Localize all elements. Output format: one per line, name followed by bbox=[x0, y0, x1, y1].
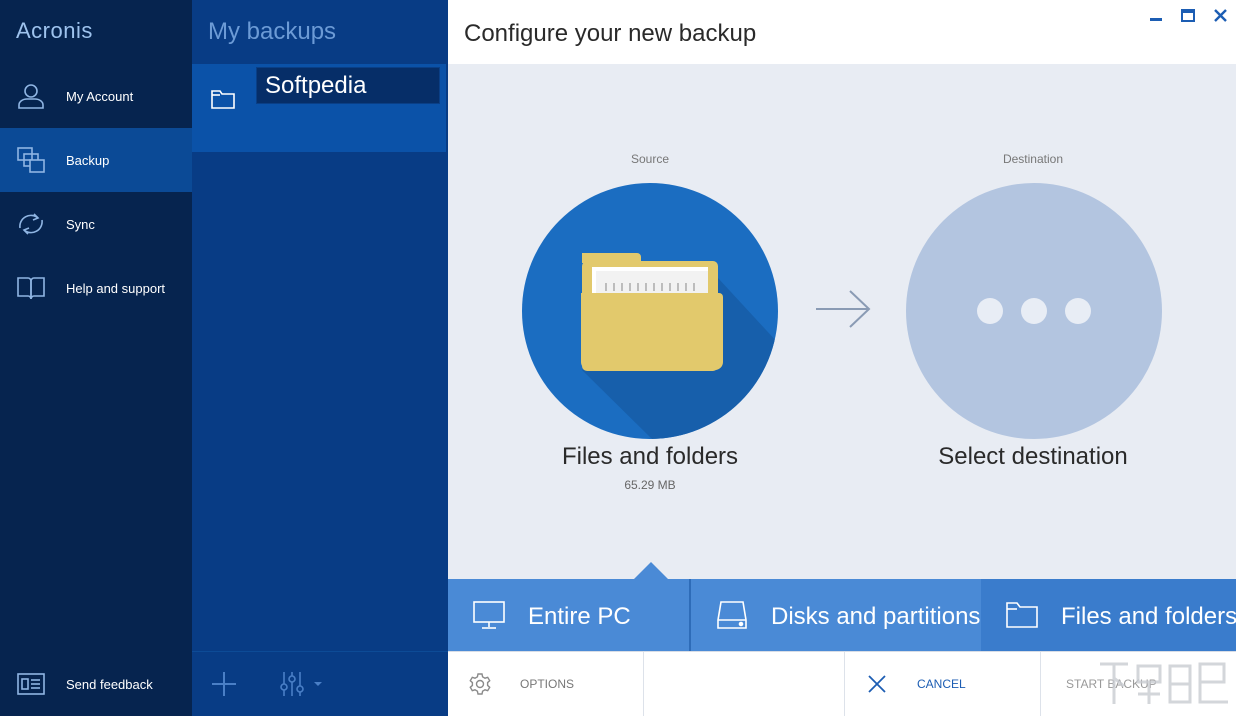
destination-selector[interactable] bbox=[906, 183, 1162, 439]
minimize-icon[interactable] bbox=[1146, 6, 1168, 26]
source-size: 65.29 MB bbox=[550, 478, 750, 492]
destination-caption: Destination bbox=[933, 152, 1133, 166]
page-title: Configure your new backup bbox=[464, 20, 756, 48]
nav-label: Sync bbox=[66, 217, 95, 232]
nav-label: Send feedback bbox=[66, 677, 153, 692]
nav-item-help[interactable]: Help and support bbox=[0, 256, 192, 320]
backup-name-field[interactable]: Softpedia bbox=[256, 67, 440, 104]
disk-icon bbox=[715, 599, 749, 631]
separator bbox=[643, 652, 644, 716]
tab-entire-pc[interactable]: Entire PC bbox=[448, 579, 689, 651]
page-header: Configure your new backup bbox=[448, 0, 1236, 64]
book-icon bbox=[16, 274, 46, 302]
user-icon bbox=[16, 82, 46, 110]
source-caption: Source bbox=[550, 152, 750, 166]
backups-toolbar bbox=[192, 651, 448, 716]
backups-title: My backups bbox=[208, 18, 336, 46]
folder-icon bbox=[1005, 599, 1039, 631]
tab-disks-partitions[interactable]: Disks and partitions bbox=[691, 579, 981, 651]
send-feedback-button[interactable]: Send feedback bbox=[0, 652, 192, 716]
backup-list-item[interactable]: Softpedia bbox=[192, 64, 446, 152]
backup-config-area: Source Destination Files and folders 65.… bbox=[448, 64, 1236, 579]
nav-label: Backup bbox=[66, 153, 109, 168]
nav-label: Help and support bbox=[66, 281, 165, 296]
main-nav: Acronis My Account Backup Sync Help and … bbox=[0, 0, 192, 716]
gear-icon bbox=[468, 672, 492, 696]
source-label: Files and folders bbox=[500, 443, 800, 471]
close-icon[interactable] bbox=[1210, 6, 1232, 26]
source-selector[interactable] bbox=[522, 183, 778, 439]
nav-label: My Account bbox=[66, 89, 133, 104]
nav-item-sync[interactable]: Sync bbox=[0, 192, 192, 256]
monitor-icon bbox=[472, 599, 506, 631]
dot-icon bbox=[1065, 298, 1091, 324]
tab-pointer bbox=[634, 562, 668, 579]
tab-files-folders[interactable]: Files and folders bbox=[981, 579, 1236, 651]
folder-icon bbox=[522, 183, 778, 439]
options-button[interactable]: OPTIONS bbox=[448, 652, 643, 716]
add-backup-button[interactable] bbox=[210, 670, 238, 698]
nav-item-my-account[interactable]: My Account bbox=[0, 64, 192, 128]
tab-label: Files and folders bbox=[1061, 603, 1236, 631]
filter-settings-icon[interactable] bbox=[278, 669, 326, 699]
folder-icon bbox=[210, 88, 236, 110]
tab-label: Disks and partitions bbox=[771, 603, 980, 631]
dot-icon bbox=[977, 298, 1003, 324]
backups-panel: My backups Softpedia bbox=[192, 0, 448, 716]
feedback-icon bbox=[16, 670, 46, 698]
app-logo: Acronis bbox=[16, 18, 93, 44]
dot-icon bbox=[1021, 298, 1047, 324]
sync-icon bbox=[16, 210, 46, 238]
arrow-right-icon bbox=[814, 289, 872, 329]
nav-item-backup[interactable]: Backup bbox=[0, 128, 192, 192]
close-icon bbox=[867, 674, 887, 694]
maximize-icon[interactable] bbox=[1178, 6, 1200, 26]
cancel-button[interactable]: CANCEL bbox=[845, 652, 1040, 716]
source-type-tabs: Entire PC Disks and partitions Files and… bbox=[448, 579, 1236, 651]
destination-label: Select destination bbox=[883, 443, 1183, 471]
backup-icon bbox=[16, 146, 46, 174]
cancel-label: CANCEL bbox=[917, 677, 966, 691]
tab-label: Entire PC bbox=[528, 603, 631, 631]
options-label: OPTIONS bbox=[520, 677, 574, 691]
watermark-logo bbox=[1094, 656, 1234, 712]
